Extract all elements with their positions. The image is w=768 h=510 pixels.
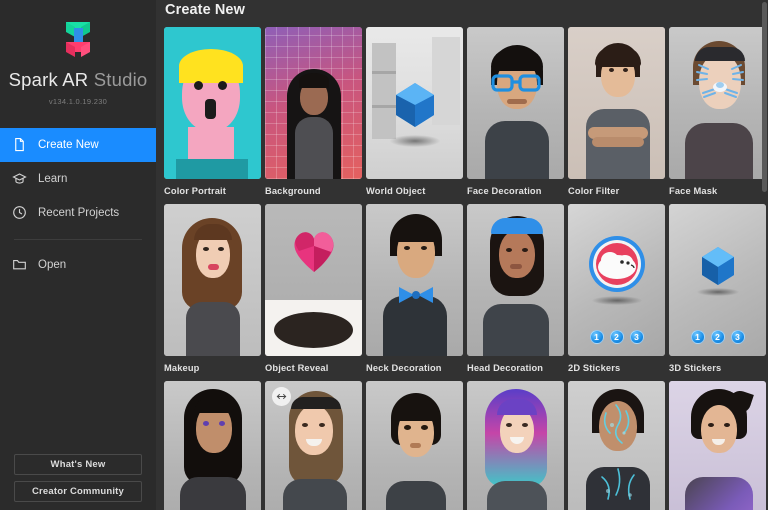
template-card-object-reveal[interactable]: Object Reveal: [265, 204, 362, 373]
card-label: 2D Stickers: [568, 363, 621, 373]
template-card-neck-decoration[interactable]: Neck Decoration: [366, 204, 463, 373]
sidebar-item-recent-projects[interactable]: Recent Projects: [0, 196, 156, 230]
sidebar-item-label: Learn: [38, 172, 68, 185]
document-icon: [12, 137, 27, 152]
template-row: Makeup Object Reveal Neck Decoration Hea…: [164, 204, 768, 373]
thumbnail[interactable]: [568, 27, 665, 179]
template-card-world-object[interactable]: World Object: [366, 27, 463, 196]
card-label: Object Reveal: [265, 363, 329, 373]
template-card-face-mask[interactable]: Face Mask: [669, 27, 766, 196]
graduation-cap-icon: [12, 171, 27, 186]
badge: 3: [629, 330, 644, 344]
badge: 1: [589, 330, 604, 344]
card-label: World Object: [366, 186, 426, 196]
sticker-badges: 1 2 3: [669, 330, 766, 344]
sidebar-item-label: Create New: [38, 138, 99, 151]
sidebar-item-label: Open: [38, 258, 67, 271]
sidebar-bottom-buttons: What's New Creator Community: [0, 454, 156, 510]
thumbnail[interactable]: [366, 27, 463, 179]
sidebar-divider: [14, 238, 142, 240]
clock-icon: [12, 205, 27, 220]
thumbnail[interactable]: [265, 27, 362, 179]
thumbnail[interactable]: [164, 27, 261, 179]
thumbnail[interactable]: [265, 381, 362, 510]
card-label: Background: [265, 186, 321, 196]
card-label: Face Mask: [669, 186, 718, 196]
thumbnail[interactable]: [669, 27, 766, 179]
template-card-row3-c[interactable]: [366, 381, 463, 510]
folder-icon: [12, 257, 27, 272]
sidebar-item-create-new[interactable]: Create New: [0, 127, 156, 162]
version-label: v134.1.0.19.230: [48, 96, 108, 106]
sidebar-item-open[interactable]: Open: [0, 248, 156, 282]
brand-title: Spark AR Studio: [0, 69, 156, 90]
vertical-scrollbar[interactable]: [762, 2, 767, 508]
arrows-horizontal-icon[interactable]: [272, 387, 291, 406]
spark-ar-logo-svg: [66, 22, 90, 57]
sidebar-nav: Create New Learn Recent Projects Open: [0, 127, 156, 282]
template-card-color-portrait[interactable]: Color Portrait: [164, 27, 261, 196]
scrollbar-thumb[interactable]: [762, 2, 767, 192]
template-card-head-decoration[interactable]: Head Decoration: [467, 204, 564, 373]
thumbnail[interactable]: [164, 204, 261, 356]
template-card-3d-stickers[interactable]: 1 2 3 3D Stickers: [669, 204, 766, 373]
card-label: 3D Stickers: [669, 363, 722, 373]
thumbnail[interactable]: [366, 204, 463, 356]
sidebar-item-learn[interactable]: Learn: [0, 162, 156, 196]
sidebar: Spark AR Studio v134.1.0.19.230 Create N…: [0, 0, 156, 510]
template-card-row3-e[interactable]: [568, 381, 665, 510]
spark-ar-studio-window: Spark AR Studio v134.1.0.19.230 Create N…: [0, 0, 768, 510]
thumbnail[interactable]: [467, 381, 564, 510]
page-title: Create New: [165, 2, 245, 18]
card-label: Head Decoration: [467, 363, 544, 373]
template-grid: Color Portrait Background World Object F…: [164, 27, 768, 510]
template-card-face-decoration[interactable]: Face Decoration: [467, 27, 564, 196]
thumbnail[interactable]: [265, 204, 362, 356]
template-row: Color Portrait Background World Object F…: [164, 27, 768, 196]
template-card-background[interactable]: Background: [265, 27, 362, 196]
thumbnail[interactable]: [568, 381, 665, 510]
creator-community-button[interactable]: Creator Community: [14, 481, 142, 502]
template-card-color-filter[interactable]: Color Filter: [568, 27, 665, 196]
template-row: [164, 381, 768, 510]
badge: 2: [609, 330, 624, 344]
spark-ar-logo-icon: [0, 11, 156, 63]
thumbnail[interactable]: [366, 381, 463, 510]
template-card-row3-f[interactable]: [669, 381, 766, 510]
badge: 3: [730, 330, 745, 344]
thumbnail[interactable]: [467, 27, 564, 179]
template-card-makeup[interactable]: Makeup: [164, 204, 261, 373]
brand-name-bold: Spark AR: [8, 69, 89, 90]
card-label: Face Decoration: [467, 186, 542, 196]
badge: 2: [710, 330, 725, 344]
sidebar-item-label: Recent Projects: [38, 206, 120, 219]
brand-block: Spark AR Studio v134.1.0.19.230: [0, 0, 156, 106]
card-label: Color Filter: [568, 186, 620, 196]
badge: 1: [690, 330, 705, 344]
template-card-row3-a[interactable]: [164, 381, 261, 510]
card-label: Makeup: [164, 363, 200, 373]
thumbnail[interactable]: [669, 381, 766, 510]
main-content: Create New Color Portrait Background Wor…: [156, 0, 768, 510]
template-card-2d-stickers[interactable]: 1 2 3 2D Stickers: [568, 204, 665, 373]
sticker-badges: 1 2 3: [568, 330, 665, 344]
whats-new-button[interactable]: What's New: [14, 454, 142, 475]
brand-name-light: Studio: [93, 69, 148, 90]
thumbnail[interactable]: [164, 381, 261, 510]
card-label: Color Portrait: [164, 186, 227, 196]
thumbnail[interactable]: 1 2 3: [568, 204, 665, 356]
thumbnail[interactable]: [467, 204, 564, 356]
thumbnail[interactable]: 1 2 3: [669, 204, 766, 356]
template-card-row3-d[interactable]: [467, 381, 564, 510]
card-label: Neck Decoration: [366, 363, 442, 373]
template-card-row3-b[interactable]: [265, 381, 362, 510]
